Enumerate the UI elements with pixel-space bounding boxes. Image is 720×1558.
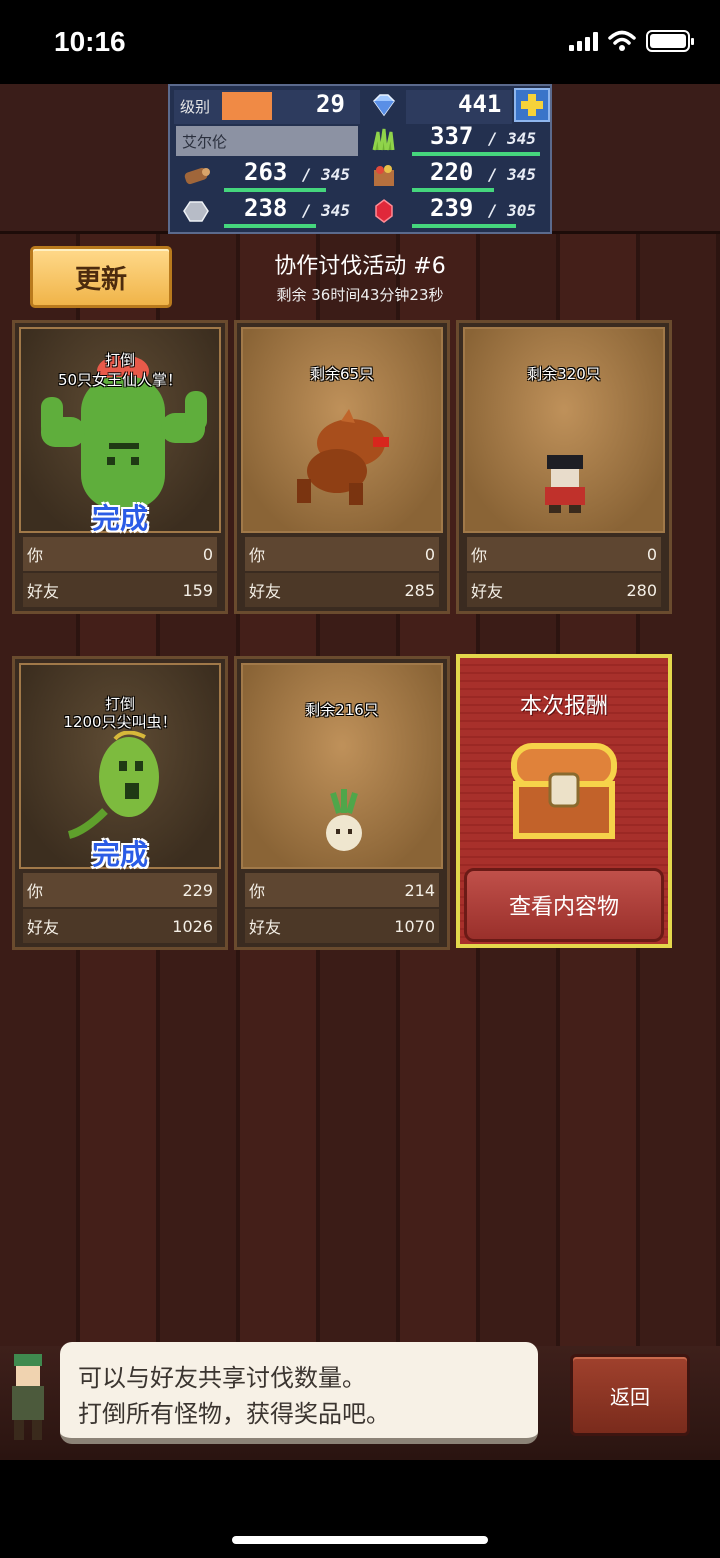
friends-label: 好友 — [249, 582, 282, 601]
status-icons — [569, 30, 694, 52]
level-label: 级别 — [180, 98, 211, 116]
card-remaining: 剩余65只 — [309, 365, 375, 383]
status-time: 10:16 — [54, 26, 126, 57]
cellular-signal-icon — [569, 31, 598, 51]
guide-dialog: 可以与好友共享讨伐数量。 打倒所有怪物，获得奖品吧。 — [60, 1342, 538, 1444]
friends-count: 1026 — [172, 916, 213, 936]
friends-label: 好友 — [249, 918, 282, 937]
radish-sprite — [326, 789, 362, 851]
ore-value: 238 / 345 — [244, 194, 350, 222]
event-remaining-time: 剩余 36时间43分钟23秒 — [276, 286, 444, 304]
card-remaining: 剩余320只 — [527, 365, 601, 383]
grass-icon — [372, 128, 395, 151]
stat-friends-row: 好友 280 — [467, 573, 661, 607]
back-button[interactable]: 返回 — [570, 1354, 690, 1436]
you-label: 你 — [471, 546, 488, 565]
you-count: 0 — [424, 544, 435, 564]
card-goal-line1: 打倒 — [104, 351, 135, 369]
friends-count: 159 — [182, 580, 213, 600]
you-label: 你 — [249, 546, 266, 565]
food-value: 220 / 345 — [430, 158, 536, 186]
stat-friends-row: 好友 1026 — [23, 909, 217, 943]
card-art: 剩余320只 — [463, 327, 665, 533]
stat-friends-row: 好友 1070 — [245, 909, 439, 943]
card-goal-line2: 50只女王仙人掌！ — [57, 371, 183, 389]
stat-you-row: 你0 — [467, 537, 661, 571]
monster-card-screamer[interactable]: 打倒 1200只尖叫虫！ 完成 你 229 好友 1026 — [12, 656, 228, 950]
diamond-icon — [373, 94, 395, 117]
wood-bar — [224, 188, 326, 192]
level-value: 29 — [316, 90, 345, 118]
friends-label: 好友 — [471, 582, 504, 601]
complete-label: 完成 — [91, 838, 148, 871]
complete-label: 完成 — [91, 502, 148, 535]
card-goal-line2: 1200只尖叫虫！ — [63, 713, 177, 731]
screaming-bug-sprite — [67, 731, 159, 839]
battery-icon — [646, 30, 694, 52]
card-art: 打倒 50只女王仙人掌！ 完成 — [19, 327, 221, 535]
ruby-value: 239 / 305 — [430, 194, 536, 222]
gem-value: 441 — [458, 90, 502, 118]
you-count: 0 — [202, 544, 213, 564]
friends-count: 285 — [404, 580, 435, 600]
status-bar: 10:16 — [0, 0, 720, 84]
you-label: 你 — [27, 546, 44, 565]
you-label: 你 — [27, 882, 44, 901]
monster-card-beast[interactable]: 剩余65只 你0 好友 285 — [234, 320, 450, 614]
stat-friends-row: 好友 159 — [23, 573, 217, 607]
monster-card-cactus[interactable]: 打倒 50只女王仙人掌！ 完成 你0 好友 159 — [12, 320, 228, 614]
treasure-chest-icon — [511, 743, 617, 839]
wood-value: 263 / 345 — [244, 158, 350, 186]
friends-count: 1070 — [394, 916, 435, 936]
orange-beast-sprite — [297, 409, 389, 505]
guide-character-avatar — [12, 1354, 44, 1440]
game-screen: 级别 29 441 艾尔伦 337 / 345 263 / 345 220 / … — [0, 84, 720, 1460]
stat-you-row: 你 229 — [23, 873, 217, 907]
friends-count: 280 — [626, 580, 657, 600]
wifi-icon — [608, 30, 636, 51]
wood-icon — [184, 167, 210, 185]
you-label: 你 — [249, 882, 266, 901]
home-indicator[interactable] — [232, 1536, 488, 1544]
dialog-line-1: 可以与好友共享讨伐数量。 — [78, 1364, 366, 1392]
friends-label: 好友 — [27, 582, 60, 601]
card-art: 剩余65只 — [241, 327, 443, 533]
you-count: 229 — [182, 880, 213, 900]
ruby-icon — [375, 199, 393, 223]
grass-value: 337 / 345 — [430, 122, 536, 150]
card-art: 打倒 1200只尖叫虫！ 完成 — [19, 663, 221, 871]
monster-card-pirate[interactable]: 剩余320只 你0 好友 280 — [456, 320, 672, 614]
food-bar — [412, 188, 494, 192]
you-count: 0 — [646, 544, 657, 564]
refresh-button[interactable]: 更新 — [30, 246, 172, 308]
resource-panel: 级别 29 441 艾尔伦 337 / 345 263 / 345 220 / … — [168, 84, 552, 234]
monster-card-radish[interactable]: 剩余216只 你 214 好友 1070 — [234, 656, 450, 950]
pirate-sprite — [545, 455, 585, 513]
add-gems-button[interactable] — [514, 88, 550, 122]
view-contents-button[interactable]: 查看内容物 — [464, 868, 664, 942]
ore-icon — [183, 201, 209, 222]
card-goal-line1: 打倒 — [104, 695, 135, 713]
stat-you-row: 你0 — [245, 537, 439, 571]
ruby-bar — [412, 224, 516, 228]
level-bar — [222, 92, 272, 120]
stat-friends-row: 好友 285 — [245, 573, 439, 607]
reward-title: 本次报酬 — [519, 694, 608, 719]
player-name: 艾尔伦 — [182, 133, 228, 151]
reward-card: 本次报酬 查看内容物 — [456, 654, 672, 948]
grass-bar — [412, 152, 540, 156]
food-icon — [374, 165, 394, 186]
friends-label: 好友 — [27, 918, 60, 937]
card-art: 剩余216只 — [241, 663, 443, 869]
event-title: 协作讨伐活动 #6 — [274, 254, 446, 279]
stat-you-row: 你0 — [23, 537, 217, 571]
dialog-line-2: 打倒所有怪物，获得奖品吧。 — [78, 1400, 390, 1428]
you-count: 214 — [404, 880, 435, 900]
stat-you-row: 你 214 — [245, 873, 439, 907]
card-remaining: 剩余216只 — [305, 701, 379, 719]
ore-bar — [224, 224, 316, 228]
